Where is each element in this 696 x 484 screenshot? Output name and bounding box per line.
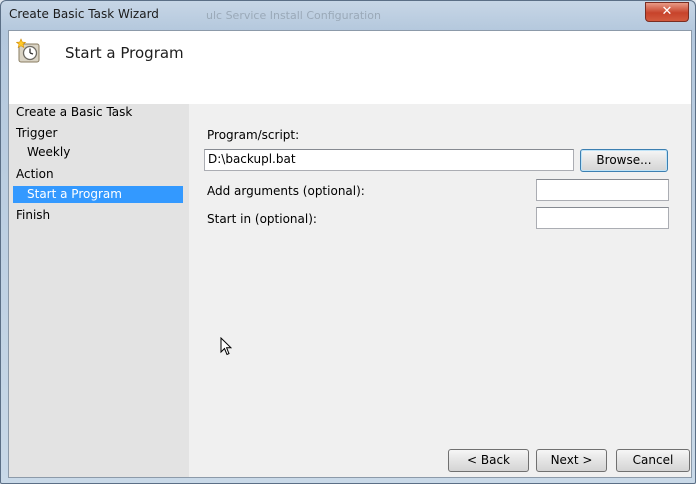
add-arguments-label: Add arguments (optional): <box>207 184 365 198</box>
add-arguments-input[interactable] <box>536 179 669 201</box>
step-create-basic-task[interactable]: Create a Basic Task <box>16 105 132 119</box>
window-title: Create Basic Task Wizard <box>9 7 159 21</box>
background-window-title: ulc Service Install Configuration <box>206 9 381 22</box>
start-in-input[interactable] <box>536 207 669 229</box>
task-clock-icon <box>16 38 40 63</box>
next-button[interactable]: Next > <box>536 449 607 472</box>
cancel-button[interactable]: Cancel <box>616 449 690 472</box>
step-trigger[interactable]: Trigger <box>16 126 57 140</box>
back-button[interactable]: < Back <box>448 449 529 472</box>
step-start-a-program[interactable]: Start a Program <box>13 186 183 203</box>
wizard-header: Start a Program <box>9 31 691 104</box>
close-button[interactable]: ✕ <box>645 2 689 22</box>
page-title: Start a Program <box>65 44 184 62</box>
program-script-label: Program/script: <box>207 128 300 142</box>
start-in-label: Start in (optional): <box>207 212 317 226</box>
title-bar[interactable]: Create Basic Task Wizard ulc Service Ins… <box>1 1 695 29</box>
step-weekly[interactable]: Weekly <box>13 144 183 161</box>
step-action[interactable]: Action <box>16 167 54 181</box>
wizard-steps-sidebar: Create a Basic Task Trigger Weekly Actio… <box>9 104 189 477</box>
wizard-window: Create Basic Task Wizard ulc Service Ins… <box>0 0 696 484</box>
mouse-pointer-icon <box>220 337 232 356</box>
close-icon: ✕ <box>661 4 673 19</box>
step-finish[interactable]: Finish <box>16 208 50 222</box>
wizard-content: Program/script: D:\backupl.bat Browse...… <box>189 104 691 477</box>
program-script-input[interactable]: D:\backupl.bat <box>204 149 574 171</box>
browse-button[interactable]: Browse... <box>580 149 668 172</box>
wizard-client-area: Start a Program Create a Basic Task Trig… <box>8 30 692 478</box>
